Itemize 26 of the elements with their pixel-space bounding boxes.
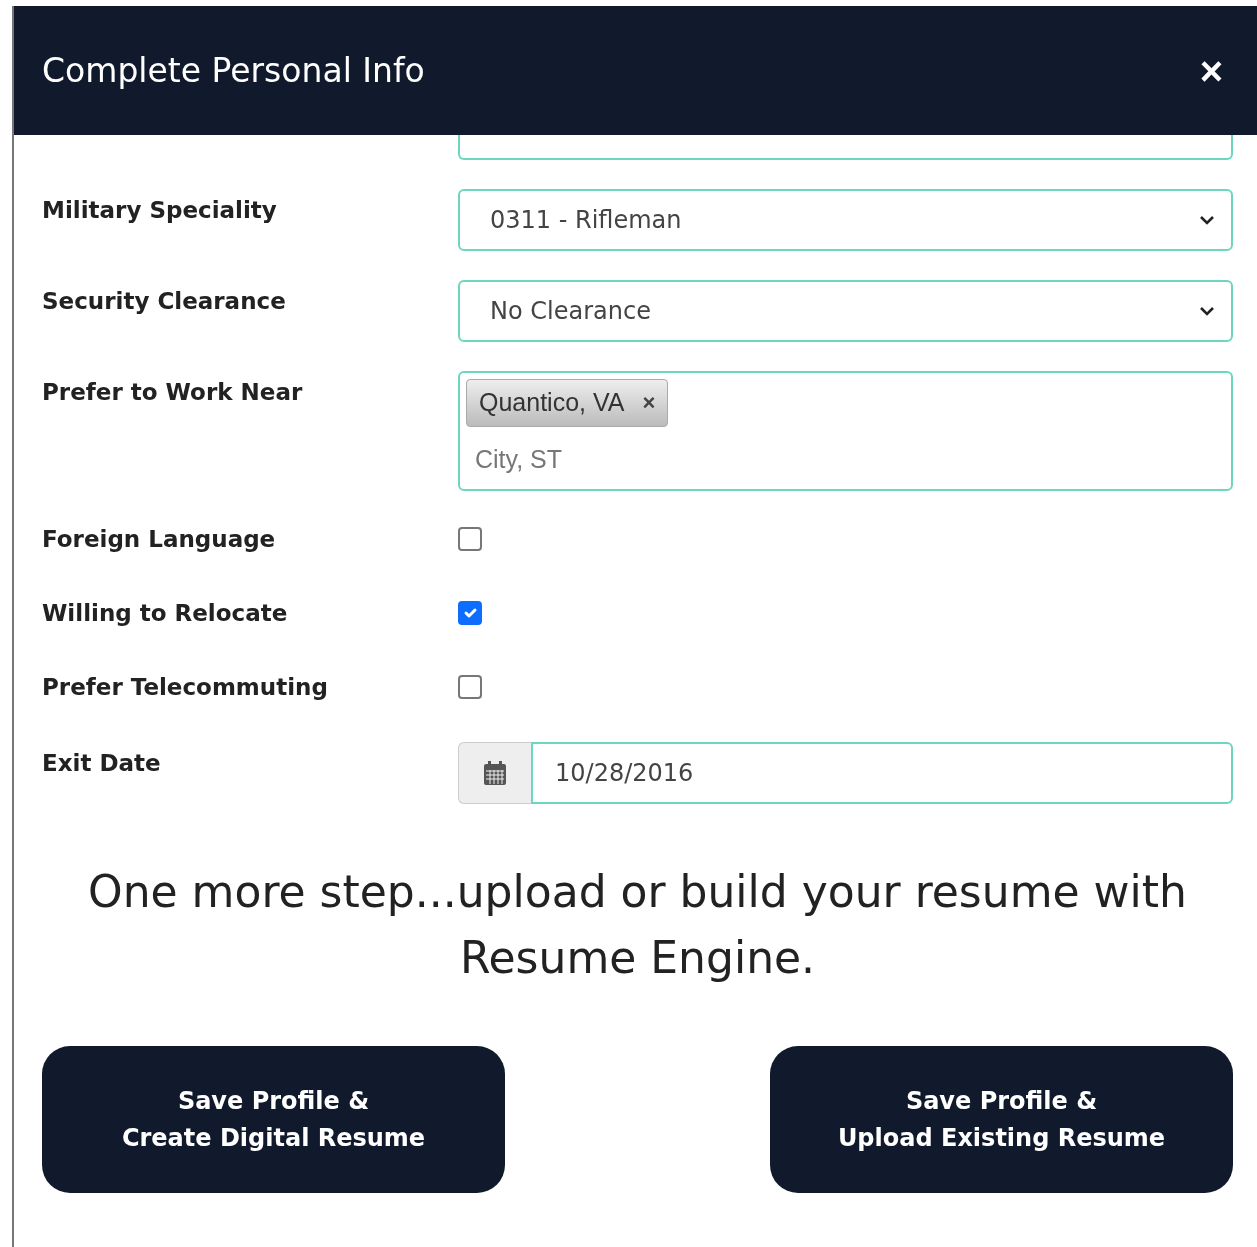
chevron-down-icon — [1199, 306, 1215, 316]
modal-title: Complete Personal Info — [42, 49, 425, 92]
field-label: Military Speciality — [42, 196, 278, 225]
close-button[interactable]: × — [1195, 50, 1227, 91]
select-field[interactable]: 0311 - Rifleman — [458, 189, 1233, 251]
save-profile-button[interactable]: Save Profile & Create Digital Resume — [42, 1046, 505, 1193]
date-picker-button[interactable] — [458, 742, 531, 804]
field-label: Exit Date — [42, 749, 162, 778]
prompt-text: One more step...upload or build your resume with Resume Engine. — [87, 865, 1188, 985]
input-field[interactable] — [458, 135, 1233, 160]
checkbox[interactable] — [458, 601, 482, 625]
field-label: Prefer Telecommuting — [42, 672, 329, 702]
field-label: Prefer to Work Near — [42, 378, 304, 407]
date-field[interactable]: 10/28/2016 — [531, 742, 1233, 804]
checkbox[interactable] — [458, 527, 482, 551]
chevron-down-icon — [1199, 215, 1215, 225]
field-label: Foreign Language — [42, 524, 277, 554]
tag-input-field[interactable]: Quantico, VA × City, ST — [458, 371, 1233, 491]
remove-tag-button[interactable]: × — [642, 386, 656, 420]
save-profile-button[interactable]: Save Profile & Upload Existing Resume — [770, 1046, 1233, 1193]
tag-chip: Quantico, VA × — [466, 379, 669, 427]
calendar-icon — [483, 760, 507, 786]
field-label: Security Clearance — [42, 287, 287, 316]
select-field[interactable]: No Clearance — [458, 280, 1233, 342]
checkbox[interactable] — [458, 675, 482, 699]
field-label: Willing to Relocate — [42, 598, 289, 628]
